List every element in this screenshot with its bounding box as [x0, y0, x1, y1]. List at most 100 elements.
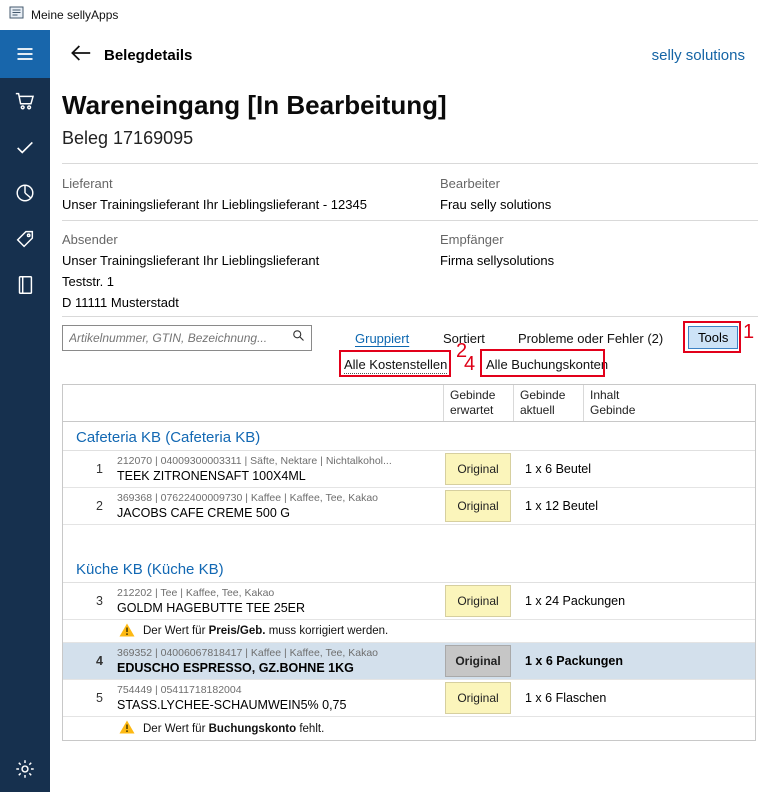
document-number: Beleg 17169095 — [62, 128, 193, 149]
warning-text: Der Wert für Preis/Geb. muss korrigiert … — [143, 625, 388, 637]
article-name: GOLDM HAGEBUTTE TEE 25ER — [117, 600, 439, 617]
tab-probleme-oder-fehler[interactable]: Probleme oder Fehler (2) — [518, 331, 663, 346]
annotation-number-buchungskonten: 4 — [464, 354, 475, 374]
column-header-gebinde-erwartet: Gebindeerwartet — [443, 385, 513, 421]
group-gap — [63, 525, 755, 554]
article-description: 369368 | 07622400009730 | Kaffee | Kaffe… — [111, 488, 443, 524]
article-description: 212202 | Tee | Kaffee, Tee, Kakao GOLDM … — [111, 583, 443, 619]
warning-row: Der Wert für Preis/Geb. muss korrigiert … — [63, 620, 755, 643]
back-button[interactable] — [64, 38, 98, 72]
app-header: Belegdetails selly solutions — [50, 30, 770, 80]
absender-city: D 11111 Musterstadt — [62, 295, 179, 310]
gebinde-dropdown[interactable]: Original — [445, 645, 511, 677]
empfaenger-label: Empfänger — [440, 232, 504, 247]
book-icon — [14, 274, 36, 296]
sidebar-item-settings[interactable] — [0, 746, 50, 792]
column-header-inhalt-gebinde: InhaltGebinde — [583, 385, 755, 421]
row-number: 3 — [63, 583, 111, 619]
filter-alle-buchungskonten[interactable]: Alle Buchungskonten — [486, 357, 608, 372]
table-row-selected[interactable]: 4 369352 | 04006067818417 | Kaffee | Kaf… — [63, 643, 755, 680]
gebinde-cell: Original — [443, 583, 513, 619]
search-icon — [291, 328, 306, 348]
article-name: JACOBS CAFE CREME 500 G — [117, 505, 439, 522]
bearbeiter-label: Bearbeiter — [440, 176, 500, 191]
tab-gruppiert[interactable]: Gruppiert — [355, 331, 409, 346]
divider — [62, 163, 758, 164]
app-icon — [9, 5, 24, 25]
gebinde-dropdown[interactable]: Original — [445, 585, 511, 617]
group-header-cafeteria: Cafeteria KB (Cafeteria KB) — [63, 422, 755, 451]
gebinde-cell: Original — [443, 643, 513, 679]
sidebar-item-tasks[interactable] — [0, 124, 50, 170]
row-number: 2 — [63, 488, 111, 524]
absender-label: Absender — [62, 232, 118, 247]
column-header-gebinde-aktuell: Gebindeaktuell — [513, 385, 583, 421]
cart-icon — [14, 90, 36, 112]
row-number: 1 — [63, 451, 111, 487]
tools-button[interactable]: Tools — [688, 326, 738, 349]
table-row[interactable]: 3 212202 | Tee | Kaffee, Tee, Kakao GOLD… — [63, 583, 755, 620]
tag-icon — [14, 228, 36, 250]
bearbeiter-value: Frau selly solutions — [440, 197, 551, 212]
inhalt-gebinde-value: 1 x 6 Packungen — [513, 643, 755, 679]
absender-street: Teststr. 1 — [62, 274, 114, 289]
checkmark-icon — [14, 136, 36, 158]
inhalt-gebinde-value: 1 x 6 Flaschen — [513, 680, 755, 716]
lieferant-value: Unser Trainingslieferant Ihr Lieblingsli… — [62, 197, 367, 212]
lieferant-label: Lieferant — [62, 176, 113, 191]
article-name: TEEK ZITRONENSAFT 100X4ML — [117, 468, 439, 485]
article-meta: 754449 | 05411718182004 — [117, 683, 439, 697]
inhalt-gebinde-value: 1 x 6 Beutel — [513, 451, 755, 487]
filter-alle-kostenstellen[interactable]: Alle Kostenstellen — [344, 357, 447, 374]
sidebar-item-labels[interactable] — [0, 216, 50, 262]
sidebar — [0, 30, 50, 792]
search-button[interactable] — [285, 326, 311, 350]
page-title: Belegdetails — [104, 47, 192, 64]
article-name: STASS.LYCHEE-SCHAUMWEIN5% 0,75 — [117, 697, 439, 714]
divider — [62, 220, 758, 221]
warning-text: Der Wert für Buchungskonto fehlt. — [143, 723, 324, 735]
back-arrow-icon — [68, 40, 94, 71]
gebinde-cell: Original — [443, 680, 513, 716]
sidebar-item-catalog[interactable] — [0, 262, 50, 308]
table-row[interactable]: 2 369368 | 07622400009730 | Kaffee | Kaf… — [63, 488, 755, 525]
row-number: 5 — [63, 680, 111, 716]
hamburger-menu-button[interactable] — [0, 30, 50, 78]
pie-chart-icon — [14, 182, 36, 204]
positions-table: Gebindeerwartet Gebindeaktuell InhaltGeb… — [62, 384, 756, 741]
window-title: Meine sellyApps — [31, 8, 118, 22]
document-title: Wareneingang [In Bearbeitung] — [62, 90, 447, 121]
gear-icon — [14, 758, 36, 780]
warning-icon — [119, 623, 135, 640]
empfaenger-value: Firma sellysolutions — [440, 253, 554, 268]
table-header-row: Gebindeerwartet Gebindeaktuell InhaltGeb… — [63, 385, 755, 422]
article-description: 212070 | 04009300003311 | Säfte, Nektare… — [111, 451, 443, 487]
titlebar: Meine sellyApps — [0, 0, 770, 30]
article-description: 754449 | 05411718182004 STASS.LYCHEE-SCH… — [111, 680, 443, 716]
table-row[interactable]: 5 754449 | 05411718182004 STASS.LYCHEE-S… — [63, 680, 755, 717]
article-meta: 212202 | Tee | Kaffee, Tee, Kakao — [117, 586, 439, 600]
inhalt-gebinde-value: 1 x 12 Beutel — [513, 488, 755, 524]
warning-icon — [119, 720, 135, 737]
article-meta: 212070 | 04009300003311 | Säfte, Nektare… — [117, 454, 439, 468]
hamburger-icon — [15, 44, 35, 64]
group-header-kueche: Küche KB (Küche KB) — [63, 554, 755, 583]
article-name: EDUSCHO ESPRESSO, GZ.BOHNE 1KG — [117, 660, 439, 677]
gebinde-dropdown[interactable]: Original — [445, 490, 511, 522]
article-search-box — [62, 325, 312, 351]
absender-name: Unser Trainingslieferant Ihr Lieblingsli… — [62, 253, 319, 268]
gebinde-cell: Original — [443, 488, 513, 524]
row-number: 4 — [63, 643, 111, 679]
brand-label: selly solutions — [652, 47, 770, 64]
gebinde-dropdown[interactable]: Original — [445, 453, 511, 485]
gebinde-cell: Original — [443, 451, 513, 487]
table-row[interactable]: 1 212070 | 04009300003311 | Säfte, Nekta… — [63, 451, 755, 488]
search-input[interactable] — [63, 331, 285, 345]
article-meta: 369352 | 04006067818417 | Kaffee | Kaffe… — [117, 646, 439, 660]
sidebar-item-orders[interactable] — [0, 78, 50, 124]
inhalt-gebinde-value: 1 x 24 Packungen — [513, 583, 755, 619]
sidebar-item-reports[interactable] — [0, 170, 50, 216]
article-description: 369352 | 04006067818417 | Kaffee | Kaffe… — [111, 643, 443, 679]
warning-row: Der Wert für Buchungskonto fehlt. — [63, 717, 755, 740]
gebinde-dropdown[interactable]: Original — [445, 682, 511, 714]
